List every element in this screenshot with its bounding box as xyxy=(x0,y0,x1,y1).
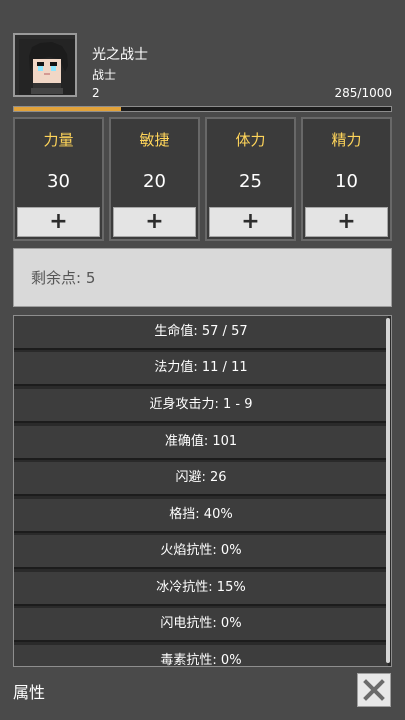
stat-value-strength: 30 xyxy=(47,171,70,192)
derived-stat-row: 法力值: 11 / 11 xyxy=(14,352,388,386)
stat-value-energy: 10 xyxy=(335,171,358,192)
experience-bar-fill xyxy=(14,107,122,111)
stat-card-vitality: 体力 25 + xyxy=(205,117,296,241)
stat-label-vitality: 体力 xyxy=(235,131,266,149)
add-strength-button[interactable]: + xyxy=(17,207,100,237)
list-scrollbar[interactable] xyxy=(386,318,390,663)
derived-stat-row: 格挡: 40% xyxy=(14,499,388,533)
stat-card-strength: 力量 30 + xyxy=(13,117,104,241)
stat-card-agility: 敏捷 20 + xyxy=(109,117,200,241)
derived-stat-row: 准确值: 101 xyxy=(14,426,388,460)
portrait-icon xyxy=(19,39,75,95)
stat-value-agility: 20 xyxy=(143,171,166,192)
character-class: 战士 xyxy=(92,68,117,82)
derived-stat-row: 毒素抗性: 0% xyxy=(14,645,388,666)
derived-stat-row: 闪避: 26 xyxy=(14,462,388,496)
stat-card-energy: 精力 10 + xyxy=(301,117,392,241)
close-icon xyxy=(363,679,385,701)
derived-stats-list[interactable]: 生命值: 57 / 57 法力值: 11 / 11 近身攻击力: 1 - 9 准… xyxy=(13,315,392,667)
panel-title: 属性 xyxy=(13,683,46,702)
experience-bar xyxy=(13,106,392,112)
stat-label-energy: 精力 xyxy=(331,131,362,149)
derived-stat-row: 火焰抗性: 0% xyxy=(14,535,388,569)
character-header: 光之战士 战士 2 285/1000 xyxy=(0,0,405,112)
character-avatar[interactable] xyxy=(13,33,77,97)
add-vitality-button[interactable]: + xyxy=(209,207,292,237)
close-button[interactable] xyxy=(357,673,391,707)
derived-stat-row: 冰冷抗性: 15% xyxy=(14,572,388,606)
stat-label-strength: 力量 xyxy=(43,131,74,149)
remaining-points-panel: 剩余点: 5 xyxy=(13,248,392,307)
derived-stat-row: 近身攻击力: 1 - 9 xyxy=(14,389,388,423)
add-energy-button[interactable]: + xyxy=(305,207,388,237)
character-level: 2 xyxy=(92,86,100,100)
derived-stat-row: 生命值: 57 / 57 xyxy=(14,316,388,350)
experience-text: 285/1000 xyxy=(334,86,393,100)
attribute-panel: 力量 30 + 敏捷 20 + 体力 25 + 精力 10 + xyxy=(13,117,392,241)
stat-value-vitality: 25 xyxy=(239,171,262,192)
derived-stat-row: 闪电抗性: 0% xyxy=(14,608,388,642)
character-name: 光之战士 xyxy=(92,47,148,63)
remaining-points-text: 剩余点: 5 xyxy=(31,269,96,287)
add-agility-button[interactable]: + xyxy=(113,207,196,237)
stat-label-agility: 敏捷 xyxy=(139,131,170,149)
